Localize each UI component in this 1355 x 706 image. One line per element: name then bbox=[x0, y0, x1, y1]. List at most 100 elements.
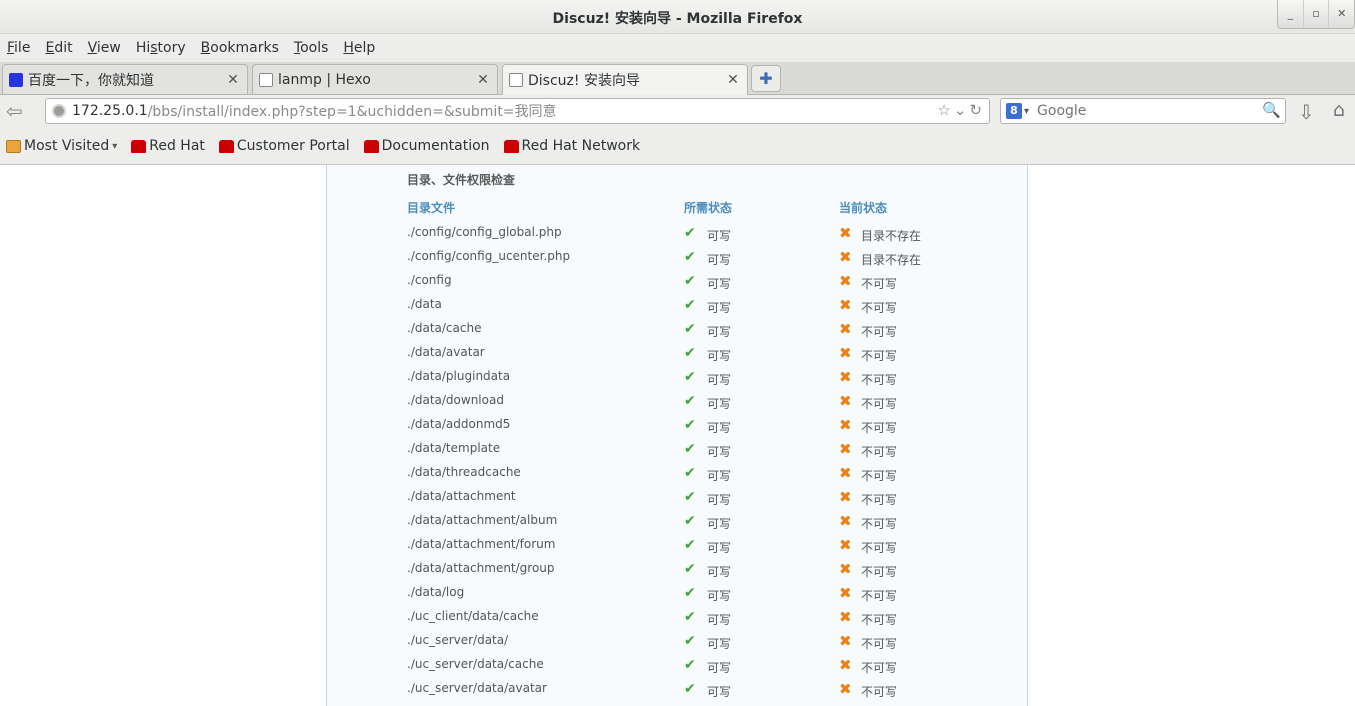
check-icon: ✔ bbox=[684, 249, 696, 265]
current-status-text: 不可写 bbox=[861, 325, 898, 339]
file-path: ./data/threadcache bbox=[407, 465, 521, 479]
required-status: ✔ 可写 bbox=[684, 510, 731, 532]
current-status: ✖ 不可写 bbox=[839, 366, 897, 388]
bookmark-red-hat[interactable]: Red Hat bbox=[131, 138, 205, 154]
site-identity-icon[interactable] bbox=[52, 104, 66, 118]
tab-baidu[interactable]: 百度一下，你就知道 ✕ bbox=[2, 64, 248, 94]
cross-icon: ✖ bbox=[839, 320, 852, 338]
close-tab-icon[interactable]: ✕ bbox=[725, 72, 741, 88]
bookmark-documentation[interactable]: Documentation bbox=[363, 138, 490, 154]
current-status-text: 不可写 bbox=[861, 685, 898, 699]
history-dropdown-icon[interactable]: ⌄ bbox=[954, 101, 970, 119]
bookmark-red-hat-network[interactable]: Red Hat Network bbox=[503, 138, 641, 154]
close-tab-icon[interactable]: ✕ bbox=[225, 72, 241, 88]
check-icon: ✔ bbox=[684, 225, 696, 241]
required-status: ✔ 可写 bbox=[684, 558, 731, 580]
required-status-text: 可写 bbox=[707, 685, 732, 699]
check-icon: ✔ bbox=[684, 393, 696, 409]
required-status: ✔ 可写 bbox=[684, 582, 731, 604]
home-icon[interactable]: ⌂ bbox=[1333, 99, 1345, 121]
menu-tools[interactable]: Tools bbox=[294, 40, 329, 56]
redhat-icon bbox=[503, 139, 519, 153]
bookmark-star-icon[interactable]: ☆ bbox=[937, 101, 953, 119]
download-arrow-icon[interactable]: ⇩ bbox=[1298, 100, 1315, 124]
required-status-text: 可写 bbox=[707, 397, 732, 411]
current-status-text: 不可写 bbox=[861, 469, 898, 483]
current-status-text: 不可写 bbox=[861, 541, 898, 555]
menu-help[interactable]: Help bbox=[343, 40, 375, 56]
menu-view[interactable]: View bbox=[88, 40, 121, 56]
file-path: ./data bbox=[407, 297, 442, 311]
search-magnifier-icon[interactable]: 🔍 bbox=[1262, 101, 1281, 119]
search-bar[interactable]: 8 ▾ 🔍 bbox=[1000, 98, 1286, 124]
back-arrow-icon[interactable]: ⇦ bbox=[6, 100, 34, 124]
menu-history-post: tory bbox=[157, 40, 186, 56]
maximize-button[interactable]: ▫ bbox=[1302, 0, 1329, 28]
required-status: ✔ 可写 bbox=[684, 294, 731, 316]
cross-icon: ✖ bbox=[839, 224, 852, 242]
google-engine-icon[interactable]: 8 bbox=[1006, 103, 1022, 119]
current-status-text: 目录不存在 bbox=[861, 229, 922, 243]
column-header-current: 当前状态 bbox=[839, 201, 888, 215]
required-status-text: 可写 bbox=[707, 517, 732, 531]
check-icon: ✔ bbox=[684, 369, 696, 385]
menu-history[interactable]: History bbox=[136, 40, 186, 56]
check-icon: ✔ bbox=[684, 465, 696, 481]
column-header-path: 目录文件 bbox=[407, 201, 456, 215]
cross-icon: ✖ bbox=[839, 344, 852, 362]
table-row: ./config ✔ 可写 ✖ 不可写 bbox=[327, 272, 1027, 297]
tab-bar: 百度一下，你就知道 ✕ lanmp | Hexo ✕ Discuz! 安装向导 … bbox=[0, 62, 1355, 95]
window-title: Discuz! 安装向导 - Mozilla Firefox bbox=[552, 11, 803, 27]
cross-icon: ✖ bbox=[839, 392, 852, 410]
menu-history-pre: Hi bbox=[135, 40, 151, 56]
bookmark-label: Red Hat bbox=[149, 138, 205, 154]
new-tab-button[interactable]: ✚ bbox=[751, 65, 781, 92]
reload-icon[interactable]: ↻ bbox=[969, 101, 985, 119]
tab-hexo[interactable]: lanmp | Hexo ✕ bbox=[252, 64, 498, 94]
cross-icon: ✖ bbox=[839, 296, 852, 314]
close-tab-icon[interactable]: ✕ bbox=[475, 72, 491, 88]
menu-edit[interactable]: Edit bbox=[45, 40, 72, 56]
required-status: ✔ 可写 bbox=[684, 366, 731, 388]
bookmark-customer-portal[interactable]: Customer Portal bbox=[218, 138, 350, 154]
bookmark-label: Most Visited bbox=[24, 138, 110, 154]
menu-tools-rest: ools bbox=[300, 40, 329, 56]
check-icon: ✔ bbox=[684, 417, 696, 433]
required-status: ✔ 可写 bbox=[684, 438, 731, 460]
file-path: ./data/attachment/album bbox=[407, 513, 558, 527]
current-status-text: 不可写 bbox=[861, 397, 898, 411]
table-row: ./data/attachment/group ✔ 可写 ✖ 不可写 bbox=[327, 558, 1027, 585]
check-icon: ✔ bbox=[684, 609, 696, 625]
url-host: 172.25.0.1 bbox=[72, 103, 148, 119]
tab-discuz[interactable]: Discuz! 安装向导 ✕ bbox=[502, 64, 748, 95]
required-status-text: 可写 bbox=[707, 469, 732, 483]
menu-bookmarks[interactable]: Bookmarks bbox=[201, 40, 279, 56]
address-bar[interactable]: 172.25.0.1 /bbs/install/index.php?step=1… bbox=[45, 98, 990, 124]
bookmark-label: Red Hat Network bbox=[521, 138, 641, 154]
redhat-icon bbox=[363, 139, 379, 153]
cross-icon: ✖ bbox=[839, 368, 852, 386]
minimize-button[interactable]: _ bbox=[1278, 0, 1303, 28]
file-path: ./uc_server/data/avatar bbox=[407, 681, 547, 695]
table-row: ./data/plugindata ✔ 可写 ✖ 不可写 bbox=[327, 366, 1027, 393]
required-status: ✔ 可写 bbox=[684, 654, 731, 676]
file-path: ./data/addonmd5 bbox=[407, 417, 511, 431]
search-input[interactable] bbox=[1037, 103, 1258, 119]
required-status: ✔ 可写 bbox=[684, 678, 731, 700]
table-row: ./data/attachment/album ✔ 可写 ✖ 不可写 bbox=[327, 510, 1027, 537]
bookmark-label: Documentation bbox=[381, 138, 490, 154]
bookmark-most-visited[interactable]: Most Visited ▾ bbox=[6, 138, 117, 154]
check-icon: ✔ bbox=[684, 657, 696, 673]
menu-history-mnemonic: s bbox=[150, 40, 158, 56]
engine-dropdown-icon[interactable]: ▾ bbox=[1024, 106, 1029, 117]
required-status-text: 可写 bbox=[707, 373, 732, 387]
current-status-text: 不可写 bbox=[861, 637, 898, 651]
table-row: ./uc_server/data/cache ✔ 可写 ✖ 不可写 bbox=[327, 654, 1027, 681]
menu-file[interactable]: File bbox=[7, 40, 30, 56]
menu-help-rest: elp bbox=[353, 40, 376, 56]
menu-bar: File Edit View History Bookmarks Tools H… bbox=[0, 34, 1355, 62]
cross-icon: ✖ bbox=[839, 656, 852, 674]
close-window-button[interactable]: ✕ bbox=[1328, 0, 1354, 28]
required-status-text: 可写 bbox=[707, 301, 732, 315]
current-status-text: 不可写 bbox=[861, 301, 898, 315]
